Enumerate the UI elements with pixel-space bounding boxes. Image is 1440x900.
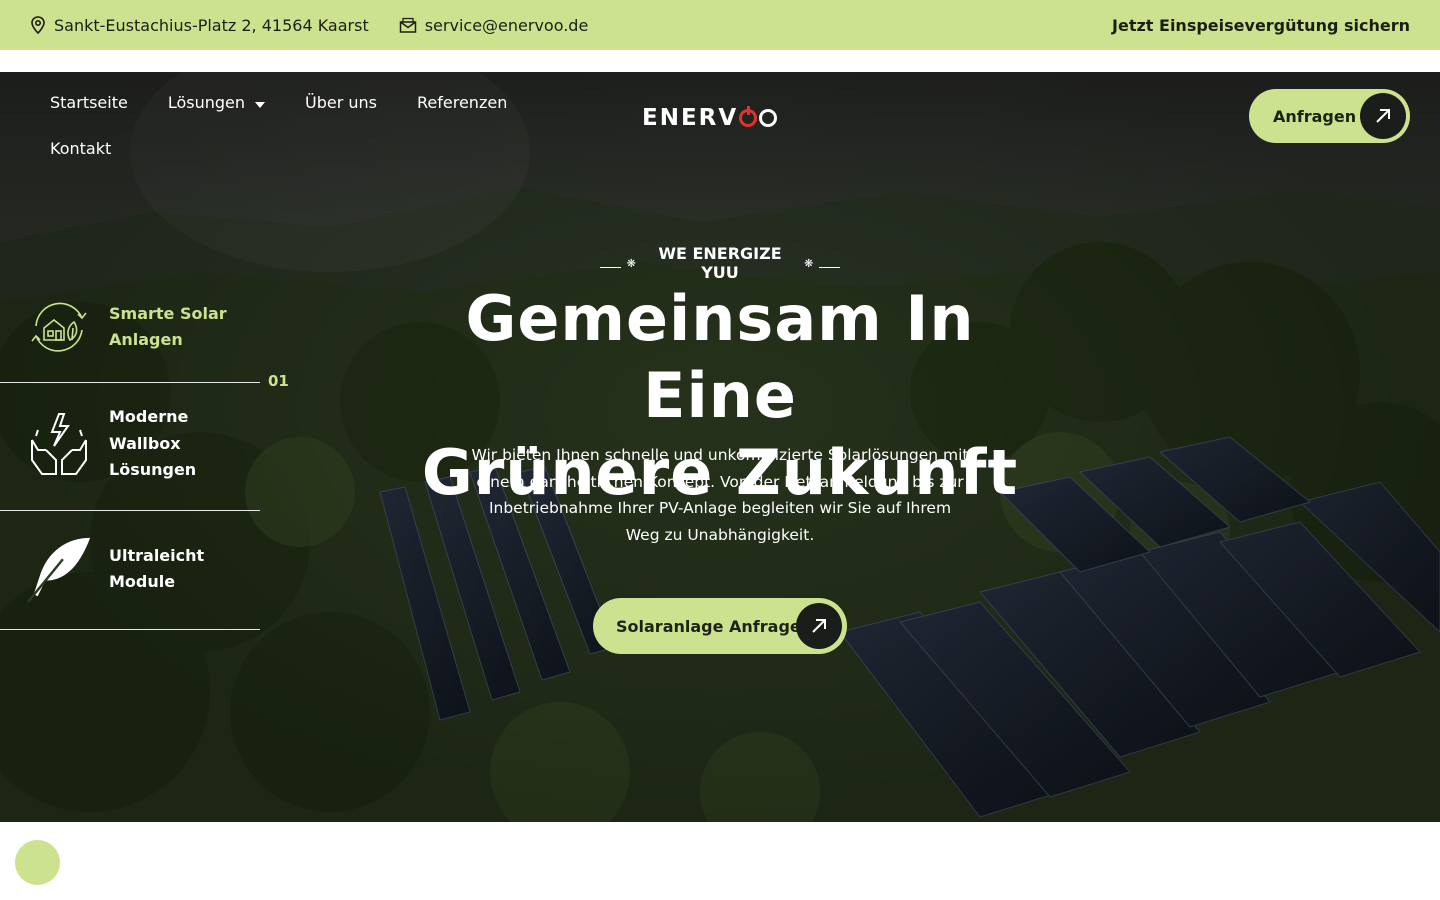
feature-label-ultraleicht: Ultraleicht Module: [109, 543, 204, 596]
email-link[interactable]: service@enervoo.de: [425, 16, 589, 35]
logo-text: ENERV: [642, 105, 739, 131]
top-info-bar: Sankt-Eustachius-Platz 2, 41564 Kaarst s…: [0, 0, 1440, 50]
anfragen-button-label: Anfragen: [1273, 106, 1357, 126]
tagline-line-left: [600, 266, 621, 268]
headline-line-1: Gemeinsam In Eine: [465, 282, 975, 432]
feature-line: Lösungen: [109, 460, 197, 479]
mail-icon: [399, 17, 417, 33]
sparkle-icon: ❋: [626, 256, 636, 270]
site-logo[interactable]: ENERV: [642, 105, 778, 131]
next-section: [0, 822, 1440, 900]
nav-ueber-uns[interactable]: Über uns: [305, 93, 377, 112]
tagline-text: WE ENERGIZE YUU: [658, 244, 782, 282]
feature-line: Moderne: [109, 407, 189, 426]
header-spacer: [0, 50, 1440, 72]
hero-tagline: ❋ WE ENERGIZE YUU ❋: [600, 244, 841, 282]
feed-in-tariff-link[interactable]: Jetzt Einspeisevergütung sichern: [1112, 16, 1410, 35]
feature-label-wallbox: Moderne Wallbox Lösungen: [109, 404, 196, 484]
feature-line: Ultraleicht: [109, 545, 205, 565]
feature-divider: [0, 629, 260, 630]
location-pin-icon: [30, 16, 46, 34]
anfragen-button[interactable]: Anfragen: [1249, 89, 1410, 143]
arrow-up-right-icon: [796, 603, 842, 649]
feature-item-smart-solar[interactable]: Smarte Solar Anlagen: [0, 292, 260, 362]
solaranlage-anfragen-label: Solaranlage Anfragen: [616, 616, 813, 636]
address-text: Sankt-Eustachius-Platz 2, 41564 Kaarst: [54, 15, 369, 35]
caret-down-icon: [255, 93, 266, 112]
sparkle-icon: ❋: [804, 256, 814, 270]
arrow-up-right-icon: [1360, 93, 1406, 139]
chat-widget-button[interactable]: [15, 840, 60, 885]
nav-loesungen-label: Lösungen: [167, 92, 246, 112]
hero-section: Startseite Lösungen Über uns Referenzen …: [0, 72, 1440, 822]
feature-line: Wallbox: [109, 433, 181, 453]
tagline-line-right: [819, 266, 841, 268]
feature-item-ultraleicht[interactable]: Ultraleicht Module: [0, 534, 260, 604]
power-o-icon: [739, 106, 758, 127]
email-item[interactable]: service@enervoo.de: [399, 16, 589, 35]
feature-line: Module: [109, 572, 176, 591]
nav-startseite[interactable]: Startseite: [50, 93, 128, 112]
nav-loesungen[interactable]: Lösungen: [167, 92, 266, 112]
hero-description: Wir bieten Ihnen schnelle und unkomplizi…: [471, 446, 969, 544]
address-item: Sankt-Eustachius-Platz 2, 41564 Kaarst: [30, 16, 369, 35]
smart-home-solar-icon: [24, 292, 94, 362]
feather-icon: [24, 534, 94, 604]
logo-o-icon: [759, 109, 778, 127]
feature-label-smart-solar: Smarte Solar Anlagen: [109, 301, 227, 354]
feature-line: Smarte Solar: [109, 303, 227, 323]
active-slide-number: 01: [268, 372, 289, 390]
main-navigation: Startseite Lösungen Über uns Referenzen …: [50, 82, 530, 168]
nav-referenzen[interactable]: Referenzen: [417, 93, 507, 112]
feature-line: Anlagen: [109, 330, 183, 349]
solaranlage-anfragen-button[interactable]: Solaranlage Anfragen: [593, 598, 847, 654]
feature-divider: [0, 510, 260, 511]
feature-divider: [0, 382, 260, 383]
feature-item-wallbox[interactable]: Moderne Wallbox Lösungen: [0, 404, 260, 484]
hands-lightning-icon: [24, 409, 94, 479]
nav-kontakt[interactable]: Kontakt: [50, 139, 111, 158]
